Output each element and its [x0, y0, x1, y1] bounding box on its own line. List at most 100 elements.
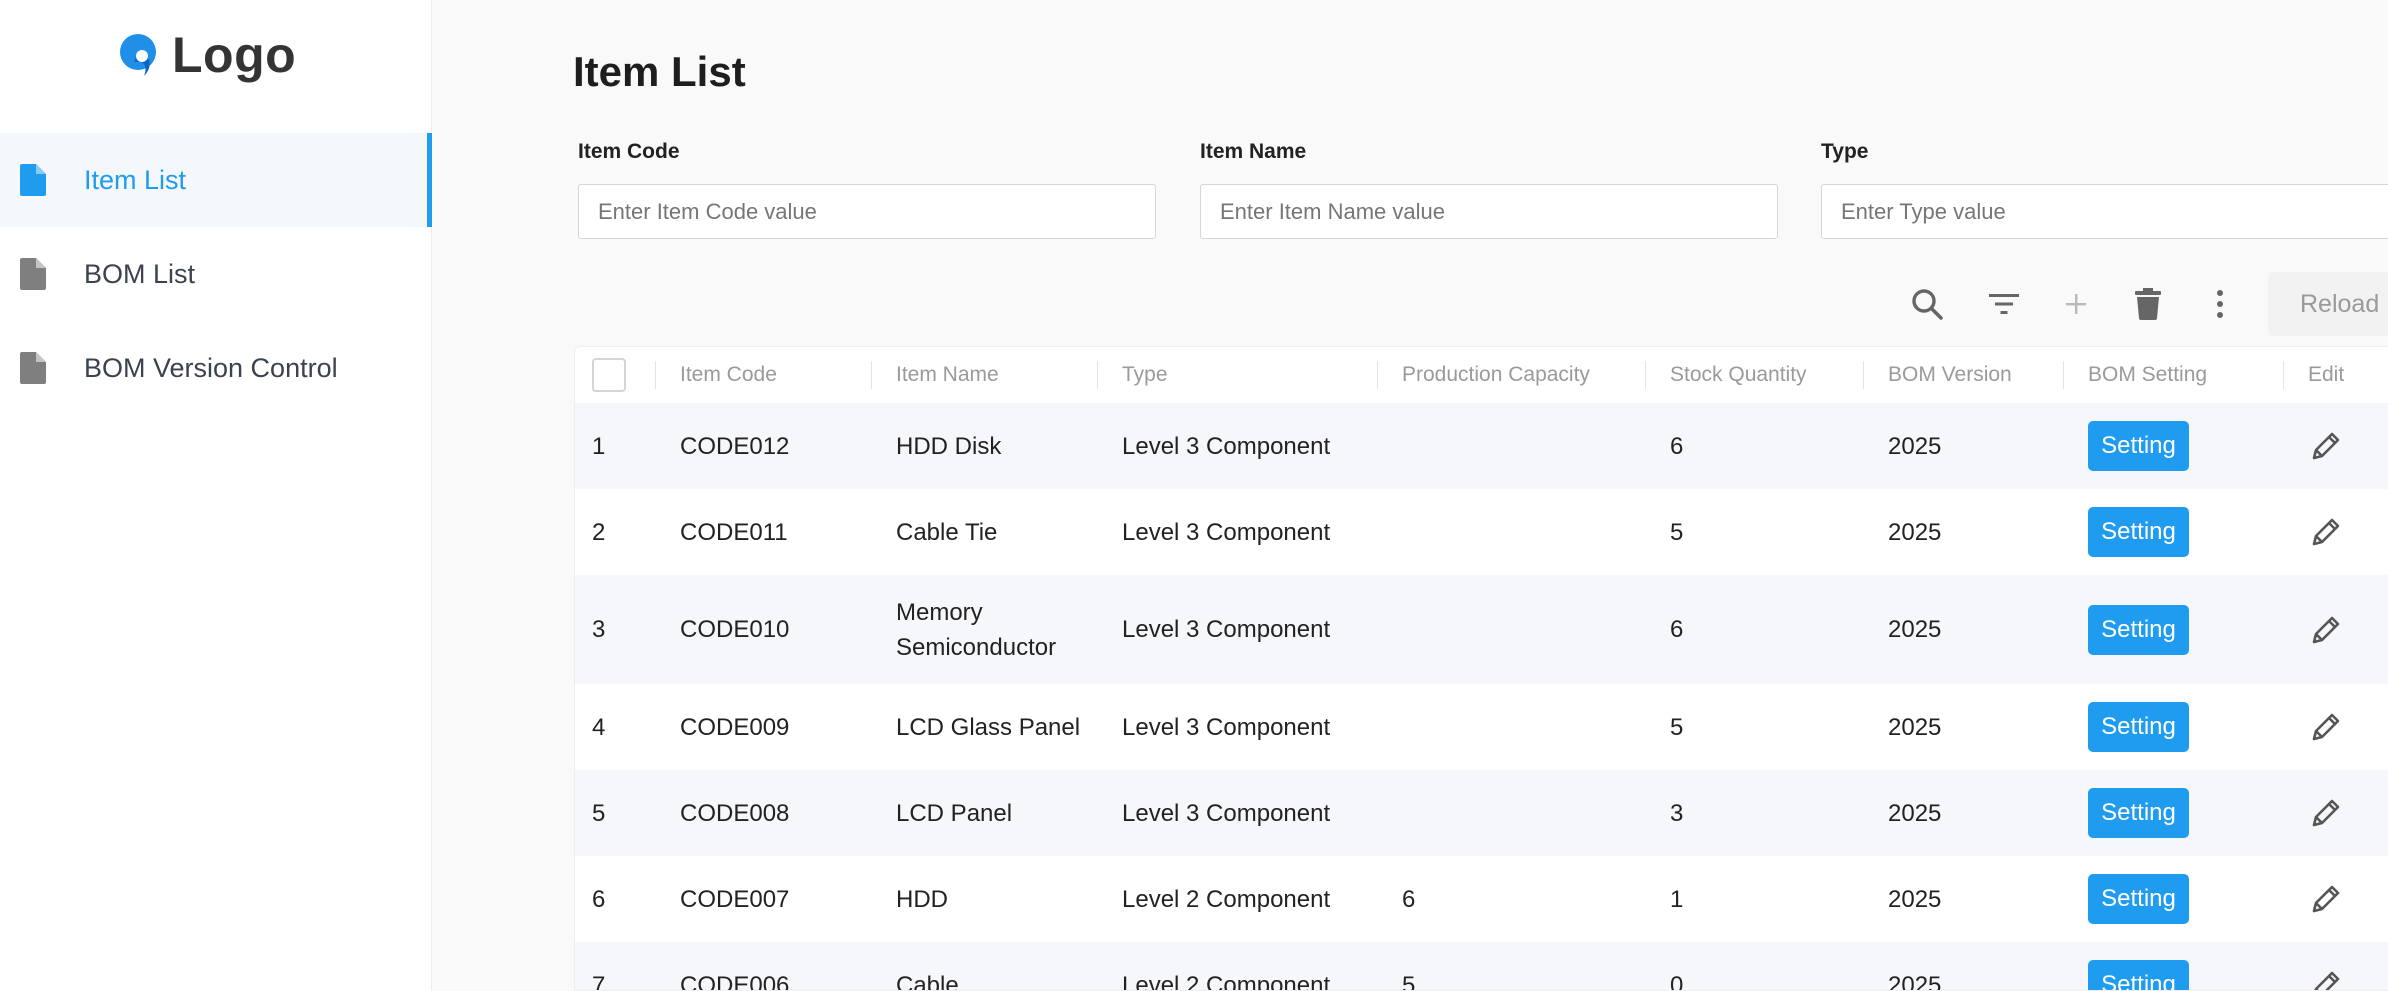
column-header-bom-version[interactable]: BOM Version	[1863, 347, 2063, 403]
reload-button[interactable]: Reload	[2268, 272, 2388, 336]
search-icon[interactable]	[1905, 282, 1949, 326]
cell-type: Level 3 Component	[1122, 713, 1331, 741]
cell-type: Level 3 Component	[1122, 616, 1331, 643]
item-code-input[interactable]	[578, 184, 1156, 239]
cell-item-code: CODE008	[680, 799, 790, 827]
cell-item-name: Cable Tie	[896, 518, 998, 546]
setting-button[interactable]: Setting	[2088, 702, 2189, 752]
cell-edit	[2283, 403, 2388, 489]
cell-stock-quantity: 1	[1670, 885, 1684, 913]
table-toolbar: Reload	[432, 272, 2388, 336]
cell-stock-quantity: 5	[1670, 518, 1684, 546]
table-row[interactable]: 6 CODE007 HDD Level 2 Component 6 1 2025…	[575, 856, 2388, 942]
pencil-icon[interactable]	[2308, 967, 2344, 991]
filter-label: Item Name	[1200, 140, 1307, 163]
cell-stock-quantity: 6	[1670, 616, 1684, 643]
cell-type: Level 3 Component	[1122, 432, 1331, 460]
sidebar: Logo Item List BOM List BOM Version Cont…	[0, 0, 432, 991]
pencil-icon[interactable]	[2308, 881, 2344, 917]
cell-edit	[2283, 575, 2388, 684]
pencil-icon[interactable]	[2308, 514, 2344, 550]
cell-bom-setting: Setting	[2063, 684, 2283, 770]
setting-button[interactable]: Setting	[2088, 507, 2189, 557]
table-row[interactable]: 2 CODE011 Cable Tie Level 3 Component 5 …	[575, 489, 2388, 575]
cell-item-name: Memory Semiconductor	[896, 598, 1057, 661]
column-header-item-code[interactable]: Item Code	[655, 347, 871, 403]
cell-bom-version: 2025	[1888, 799, 1942, 827]
sidebar-item-label: BOM List	[84, 258, 196, 289]
filter-label: Item Code	[578, 140, 680, 163]
table-row[interactable]: 4 CODE009 LCD Glass Panel Level 3 Compon…	[575, 684, 2388, 770]
item-name-input[interactable]	[1200, 184, 1778, 239]
setting-button[interactable]: Setting	[2088, 788, 2189, 838]
row-number: 1	[592, 432, 606, 460]
row-number: 4	[592, 713, 606, 741]
setting-button[interactable]: Setting	[2088, 421, 2189, 471]
column-header-production-capacity[interactable]: Production Capacity	[1377, 347, 1645, 403]
sidebar-item-item-list[interactable]: Item List	[0, 133, 432, 227]
filter-item-code: Item Code	[578, 140, 1156, 239]
more-vertical-icon[interactable]	[2198, 282, 2242, 326]
cell-production-capacity	[1377, 770, 1645, 856]
table-row[interactable]: 3 CODE010 Memory Semiconductor Level 3 C…	[575, 575, 2388, 684]
cell-production-capacity	[1377, 575, 1645, 684]
cell-item-name: Cable	[896, 971, 959, 991]
pencil-icon[interactable]	[2308, 428, 2344, 464]
item-table: Item Code Item Name Type Production Capa…	[574, 346, 2388, 991]
pencil-icon[interactable]	[2308, 795, 2344, 831]
cell-bom-version: 2025	[1888, 713, 1942, 741]
setting-button[interactable]: Setting	[2088, 874, 2189, 924]
cell-production-capacity: 5	[1402, 971, 1416, 991]
type-input[interactable]	[1821, 184, 2388, 239]
logo[interactable]: Logo	[116, 26, 296, 84]
row-number: 2	[592, 518, 606, 546]
column-header-edit: Edit	[2283, 347, 2388, 403]
filter-item-name: Item Name	[1200, 140, 1778, 239]
cell-type: Level 2 Component	[1122, 885, 1331, 913]
cell-type: Level 3 Component	[1122, 799, 1331, 827]
column-header-bom-setting[interactable]: BOM Setting	[2063, 347, 2283, 403]
cell-edit	[2283, 942, 2388, 991]
cell-stock-quantity: 6	[1670, 432, 1684, 460]
cell-bom-version: 2025	[1888, 971, 1942, 991]
sidebar-item-bom-version-control[interactable]: BOM Version Control	[0, 321, 432, 415]
cell-bom-setting: Setting	[2063, 489, 2283, 575]
table-row[interactable]: 5 CODE008 LCD Panel Level 3 Component 3 …	[575, 770, 2388, 856]
page-title: Item List	[573, 48, 746, 95]
cell-production-capacity	[1377, 403, 1645, 489]
cell-item-name: LCD Glass Panel	[896, 713, 1081, 741]
cell-edit	[2283, 856, 2388, 942]
pencil-icon[interactable]	[2308, 612, 2344, 648]
pencil-icon[interactable]	[2308, 709, 2344, 745]
sidebar-item-bom-list[interactable]: BOM List	[0, 227, 432, 321]
setting-button[interactable]: Setting	[2088, 604, 2189, 655]
column-header-type[interactable]: Type	[1097, 347, 1377, 403]
column-header-item-name[interactable]: Item Name	[871, 347, 1097, 403]
logo-icon	[120, 34, 156, 76]
cell-item-code: CODE011	[680, 518, 788, 546]
cell-edit	[2283, 489, 2388, 575]
cell-bom-setting: Setting	[2063, 770, 2283, 856]
cell-item-code: CODE007	[680, 885, 790, 913]
column-header-stock-quantity[interactable]: Stock Quantity	[1645, 347, 1863, 403]
cell-item-code: CODE010	[680, 616, 790, 643]
logo-text: Logo	[172, 27, 297, 83]
cell-bom-setting: Setting	[2063, 403, 2283, 489]
delete-icon[interactable]	[2126, 282, 2170, 326]
cell-bom-setting: Setting	[2063, 575, 2283, 684]
sidebar-nav: Item List BOM List BOM Version Control	[0, 133, 432, 415]
filter-icon[interactable]	[1982, 282, 2026, 326]
filter-type: Type	[1821, 140, 2388, 239]
cell-production-capacity	[1377, 489, 1645, 575]
cell-bom-version: 2025	[1888, 518, 1942, 546]
cell-production-capacity	[1377, 684, 1645, 770]
cell-stock-quantity: 5	[1670, 713, 1684, 741]
cell-bom-version: 2025	[1888, 616, 1942, 643]
setting-button[interactable]: Setting	[2088, 960, 2189, 990]
cell-stock-quantity: 3	[1670, 799, 1684, 827]
table-row[interactable]: 7 CODE006 Cable Level 2 Component 5 0 20…	[575, 942, 2388, 991]
select-all-checkbox[interactable]	[592, 358, 626, 392]
cell-item-name: LCD Panel	[896, 799, 1013, 827]
add-icon[interactable]	[2054, 282, 2098, 326]
table-row[interactable]: 1 CODE012 HDD Disk Level 3 Component 6 2…	[575, 403, 2388, 489]
